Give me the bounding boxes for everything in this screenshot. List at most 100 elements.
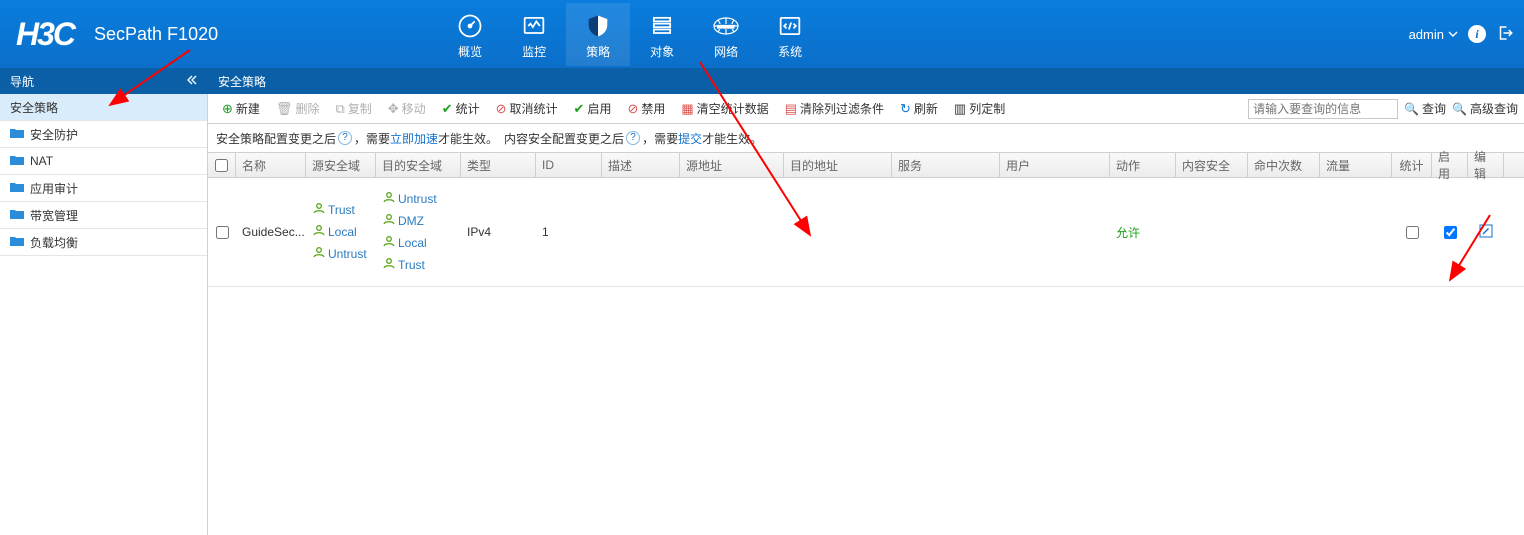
sidebar-item-load-balance[interactable]: 负载均衡 <box>0 229 207 256</box>
row-checkbox[interactable] <box>216 226 229 239</box>
ban-icon: ⊘ <box>496 101 507 117</box>
zone-label: Untrust <box>328 243 367 265</box>
th-hits[interactable]: 命中次数 <box>1248 153 1320 177</box>
sidebar-title-bar: 导航 <box>0 68 208 94</box>
th-action[interactable]: 动作 <box>1110 153 1176 177</box>
cell-daddr <box>784 188 892 276</box>
btn-label: 删除 <box>295 100 319 117</box>
sidebar-item-bandwidth[interactable]: 带宽管理 <box>0 202 207 229</box>
zone-icon <box>382 232 396 254</box>
info-icon[interactable]: i <box>1468 25 1486 43</box>
th-id[interactable]: ID <box>536 153 602 177</box>
help-icon[interactable]: ? <box>338 131 352 145</box>
globe-icon: INTERNET <box>694 11 758 41</box>
clear-stats-button[interactable]: ▦清空统计数据 <box>673 94 776 124</box>
edit-icon[interactable] <box>1479 224 1493 241</box>
user-menu[interactable]: admin <box>1409 27 1458 42</box>
topnav-monitor[interactable]: 监控 <box>502 3 566 66</box>
folder-icon <box>10 181 24 196</box>
th-traffic[interactable]: 流量 <box>1320 153 1392 177</box>
topnav-system[interactable]: 系统 <box>758 3 822 66</box>
btn-label: 刷新 <box>914 100 938 117</box>
copy-button[interactable]: ⧉复制 <box>327 94 379 124</box>
move-icon: ✥ <box>388 101 399 117</box>
accelerate-link[interactable]: 立即加速 <box>390 130 438 147</box>
th-srczone[interactable]: 源安全域 <box>306 153 376 177</box>
search-input[interactable] <box>1248 99 1398 119</box>
th-desc[interactable]: 描述 <box>602 153 680 177</box>
th-svc[interactable]: 服务 <box>892 153 1000 177</box>
app-header: H3C SecPath F1020 概览 监控 策略 对象 <box>0 0 1524 68</box>
stats-button[interactable]: ✔统计 <box>434 94 488 124</box>
th-enable[interactable]: 启用 <box>1432 153 1468 177</box>
hint-bar: 安全策略配置变更之后 ? ，需要 立即加速 才能生效。 内容安全配置变更之后 ?… <box>208 124 1524 152</box>
btn-label: 查询 <box>1422 100 1446 117</box>
stack-icon <box>630 11 694 41</box>
check-icon: ✔ <box>574 101 585 117</box>
logo: H3C SecPath F1020 <box>0 16 218 53</box>
refresh-button[interactable]: ↻刷新 <box>892 94 946 124</box>
sidebar-item-nat[interactable]: NAT <box>0 148 207 175</box>
th-user[interactable]: 用户 <box>1000 153 1110 177</box>
toolbar: ⊕新建 🗑删除 ⧉复制 ✥移动 ✔统计 ⊘取消统计 ✔启用 ⊘禁用 ▦清空统计数… <box>208 94 1524 124</box>
search-icon: 🔍 <box>1404 102 1419 116</box>
btn-label: 新建 <box>236 100 260 117</box>
btn-label: 启用 <box>587 100 611 117</box>
sidebar-item-security-policy[interactable]: 安全策略 <box>0 94 207 121</box>
clear-filter-button[interactable]: ▤清除列过滤条件 <box>777 94 892 124</box>
svg-text:INTERNET: INTERNET <box>717 25 735 29</box>
query-button[interactable]: 🔍查询 <box>1404 100 1446 117</box>
zone-label: Local <box>328 221 357 243</box>
th-daddr[interactable]: 目的地址 <box>784 153 892 177</box>
delete-button[interactable]: 🗑删除 <box>268 94 328 124</box>
zone-label: Trust <box>328 199 355 221</box>
collapse-icon[interactable] <box>186 74 198 88</box>
topnav-policy[interactable]: 策略 <box>566 3 630 66</box>
th-stats[interactable]: 统计 <box>1392 153 1432 177</box>
sidebar-item-app-audit[interactable]: 应用审计 <box>0 175 207 202</box>
adv-query-button[interactable]: 🔍高级查询 <box>1452 100 1518 117</box>
topnav-object[interactable]: 对象 <box>630 3 694 66</box>
enable-checkbox[interactable] <box>1444 226 1457 239</box>
unstats-button[interactable]: ⊘取消统计 <box>488 94 566 124</box>
topnav-label: 系统 <box>758 43 822 60</box>
zone-icon <box>382 210 396 232</box>
zone-label: DMZ <box>398 210 424 232</box>
main: ⊕新建 🗑删除 ⧉复制 ✥移动 ✔统计 ⊘取消统计 ✔启用 ⊘禁用 ▦清空统计数… <box>208 94 1524 535</box>
help-icon[interactable]: ? <box>626 131 640 145</box>
cell-saddr <box>680 188 784 276</box>
stats-checkbox[interactable] <box>1406 226 1419 239</box>
table-header: 名称 源安全域 目的安全域 类型 ID 描述 源地址 目的地址 服务 用户 动作… <box>208 152 1524 178</box>
search-icon: 🔍 <box>1452 102 1467 116</box>
sidebar-item-security-protect[interactable]: 安全防护 <box>0 121 207 148</box>
submit-link[interactable]: 提交 <box>678 130 702 147</box>
sidebar-item-label: 安全防护 <box>30 126 78 143</box>
logout-icon[interactable] <box>1496 24 1514 45</box>
new-button[interactable]: ⊕新建 <box>214 94 268 124</box>
th-saddr[interactable]: 源地址 <box>680 153 784 177</box>
move-button[interactable]: ✥移动 <box>380 94 434 124</box>
table-row: GuideSec... Trust Local Untrust Untrust … <box>208 178 1524 287</box>
header-right: admin i <box>1409 24 1524 45</box>
th-content[interactable]: 内容安全 <box>1176 153 1248 177</box>
select-all-checkbox[interactable] <box>215 159 228 172</box>
btn-label: 禁用 <box>641 100 665 117</box>
topnav-overview[interactable]: 概览 <box>438 3 502 66</box>
disable-button[interactable]: ⊘禁用 <box>619 94 673 124</box>
cell-dstzone: Untrust DMZ Local Trust <box>376 188 461 276</box>
enable-button[interactable]: ✔启用 <box>566 94 620 124</box>
chevron-down-icon <box>1448 29 1458 39</box>
zone-icon <box>312 221 326 243</box>
columns-button[interactable]: ▥列定制 <box>946 94 1013 124</box>
cell-id: 1 <box>536 188 602 276</box>
ban-icon: ⊘ <box>627 101 638 117</box>
th-edit[interactable]: 编辑 <box>1468 153 1504 177</box>
sidebar-item-label: 安全策略 <box>10 99 58 116</box>
th-type[interactable]: 类型 <box>461 153 536 177</box>
hint-text: 才能生效。 内容安全配置变更之后 <box>438 130 624 147</box>
th-name[interactable]: 名称 <box>236 153 306 177</box>
topnav-network[interactable]: INTERNET 网络 <box>694 3 758 66</box>
shield-icon <box>566 11 630 41</box>
th-dstzone[interactable]: 目的安全域 <box>376 153 461 177</box>
subheader: 导航 安全策略 <box>0 68 1524 94</box>
